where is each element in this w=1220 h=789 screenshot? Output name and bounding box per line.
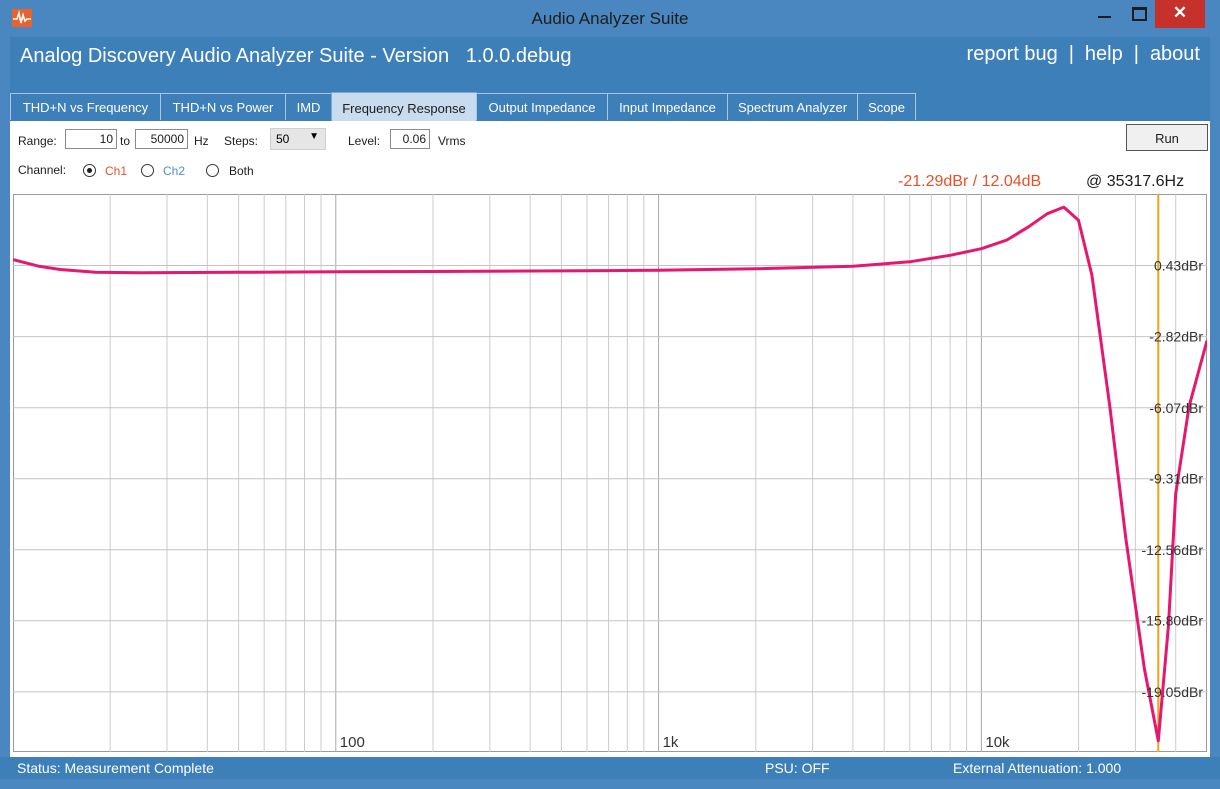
x-tick-label: 10k xyxy=(985,734,1010,751)
tab-spectrum-analyzer[interactable]: Spectrum Analyzer xyxy=(727,93,858,120)
tab-input-impedance[interactable]: Input Impedance xyxy=(607,93,728,120)
y-tick-label: -12.56dBr xyxy=(1142,542,1204,558)
ch1-label: Ch1 xyxy=(105,164,128,178)
level-label: Level: xyxy=(348,134,381,148)
psu-status: PSU: OFF xyxy=(765,760,830,776)
range-to-label: to xyxy=(120,134,131,148)
both-radio[interactable] xyxy=(206,164,219,177)
maximize-icon xyxy=(1132,7,1147,21)
y-tick-label: -15.80dBr xyxy=(1142,613,1204,629)
tab-bar: THD+N vs Frequency THD+N vs Power IMD Fr… xyxy=(10,92,1210,121)
minimize-icon xyxy=(1098,16,1111,18)
status-bar: Status: Measurement Complete PSU: OFF Ex… xyxy=(0,757,1220,779)
tab-imd[interactable]: IMD xyxy=(285,93,332,120)
range-unit-label: Hz xyxy=(194,134,209,148)
range-from-input[interactable] xyxy=(65,129,117,149)
external-attenuation: External Attenuation: 1.000 xyxy=(953,760,1122,776)
tab-thdn-vs-power[interactable]: THD+N vs Power xyxy=(160,93,286,120)
chevron-down-icon: ▼ xyxy=(309,131,319,142)
tab-thdn-vs-frequency[interactable]: THD+N vs Frequency xyxy=(10,93,161,120)
header-links: report bug | help | about xyxy=(967,43,1200,66)
tab-scope[interactable]: Scope xyxy=(857,93,916,120)
help-link[interactable]: help xyxy=(1085,43,1123,65)
range-label: Range: xyxy=(18,134,57,148)
plot-area xyxy=(13,194,1207,752)
level-unit-label: Vrms xyxy=(438,134,466,148)
close-button[interactable]: ✕ xyxy=(1155,0,1205,28)
window-title: Audio Analyzer Suite xyxy=(531,9,689,28)
app-window: Audio Analyzer Suite ✕ Analog Discovery … xyxy=(0,0,1220,789)
status-text: Status: Measurement Complete xyxy=(17,760,214,776)
app-header: Analog Discovery Audio Analyzer Suite - … xyxy=(10,37,1210,92)
both-label: Both xyxy=(229,164,254,178)
ch2-label: Ch2 xyxy=(163,164,186,178)
channel-label: Channel: xyxy=(18,163,67,177)
title-bar: Audio Analyzer Suite ✕ xyxy=(0,0,1220,36)
cursor-readout-frequency: @ 35317.6Hz xyxy=(1086,173,1185,190)
app-header-title: Analog Discovery Audio Analyzer Suite - … xyxy=(20,45,572,67)
x-tick-label: 1k xyxy=(663,734,679,751)
report-bug-link[interactable]: report bug xyxy=(967,43,1058,65)
ch2-radio[interactable] xyxy=(141,164,154,177)
y-tick-label: -2.82dBr xyxy=(1149,329,1203,345)
tab-frequency-response[interactable]: Frequency Response xyxy=(331,92,477,121)
tab-output-impedance[interactable]: Output Impedance xyxy=(476,93,608,120)
steps-select[interactable]: 50 ▼ xyxy=(270,128,326,150)
minimize-button[interactable] xyxy=(1090,0,1120,28)
y-tick-label: 0.43dBr xyxy=(1154,258,1203,274)
y-tick-label: -6.07dBr xyxy=(1149,400,1203,416)
y-tick-label: -19.05dBr xyxy=(1142,684,1204,700)
about-link[interactable]: about xyxy=(1150,43,1200,65)
link-separator: | xyxy=(1068,43,1074,65)
close-icon: ✕ xyxy=(1172,3,1188,22)
x-tick-label: 100 xyxy=(340,734,365,751)
ch1-radio[interactable] xyxy=(83,164,96,177)
cursor-readout-value: -21.29dBr / 12.04dB xyxy=(898,173,1042,190)
level-input[interactable] xyxy=(390,129,430,149)
run-button[interactable]: Run xyxy=(1126,124,1208,151)
steps-value: 50 xyxy=(276,132,290,146)
y-tick-label: -9.31dBr xyxy=(1149,471,1203,487)
maximize-button[interactable] xyxy=(1124,0,1154,28)
steps-label: Steps: xyxy=(224,134,259,148)
link-separator: | xyxy=(1133,43,1139,65)
frequency-response-chart[interactable]: 0.43dBr -2.82dBr -6.07dBr -9.31dBr -12.56dBr… xyxy=(13,194,1207,752)
frequency-response-panel: Range: to Hz Steps: 50 ▼ Level: Vrms Run… xyxy=(10,121,1210,757)
range-to-input[interactable] xyxy=(135,129,188,149)
